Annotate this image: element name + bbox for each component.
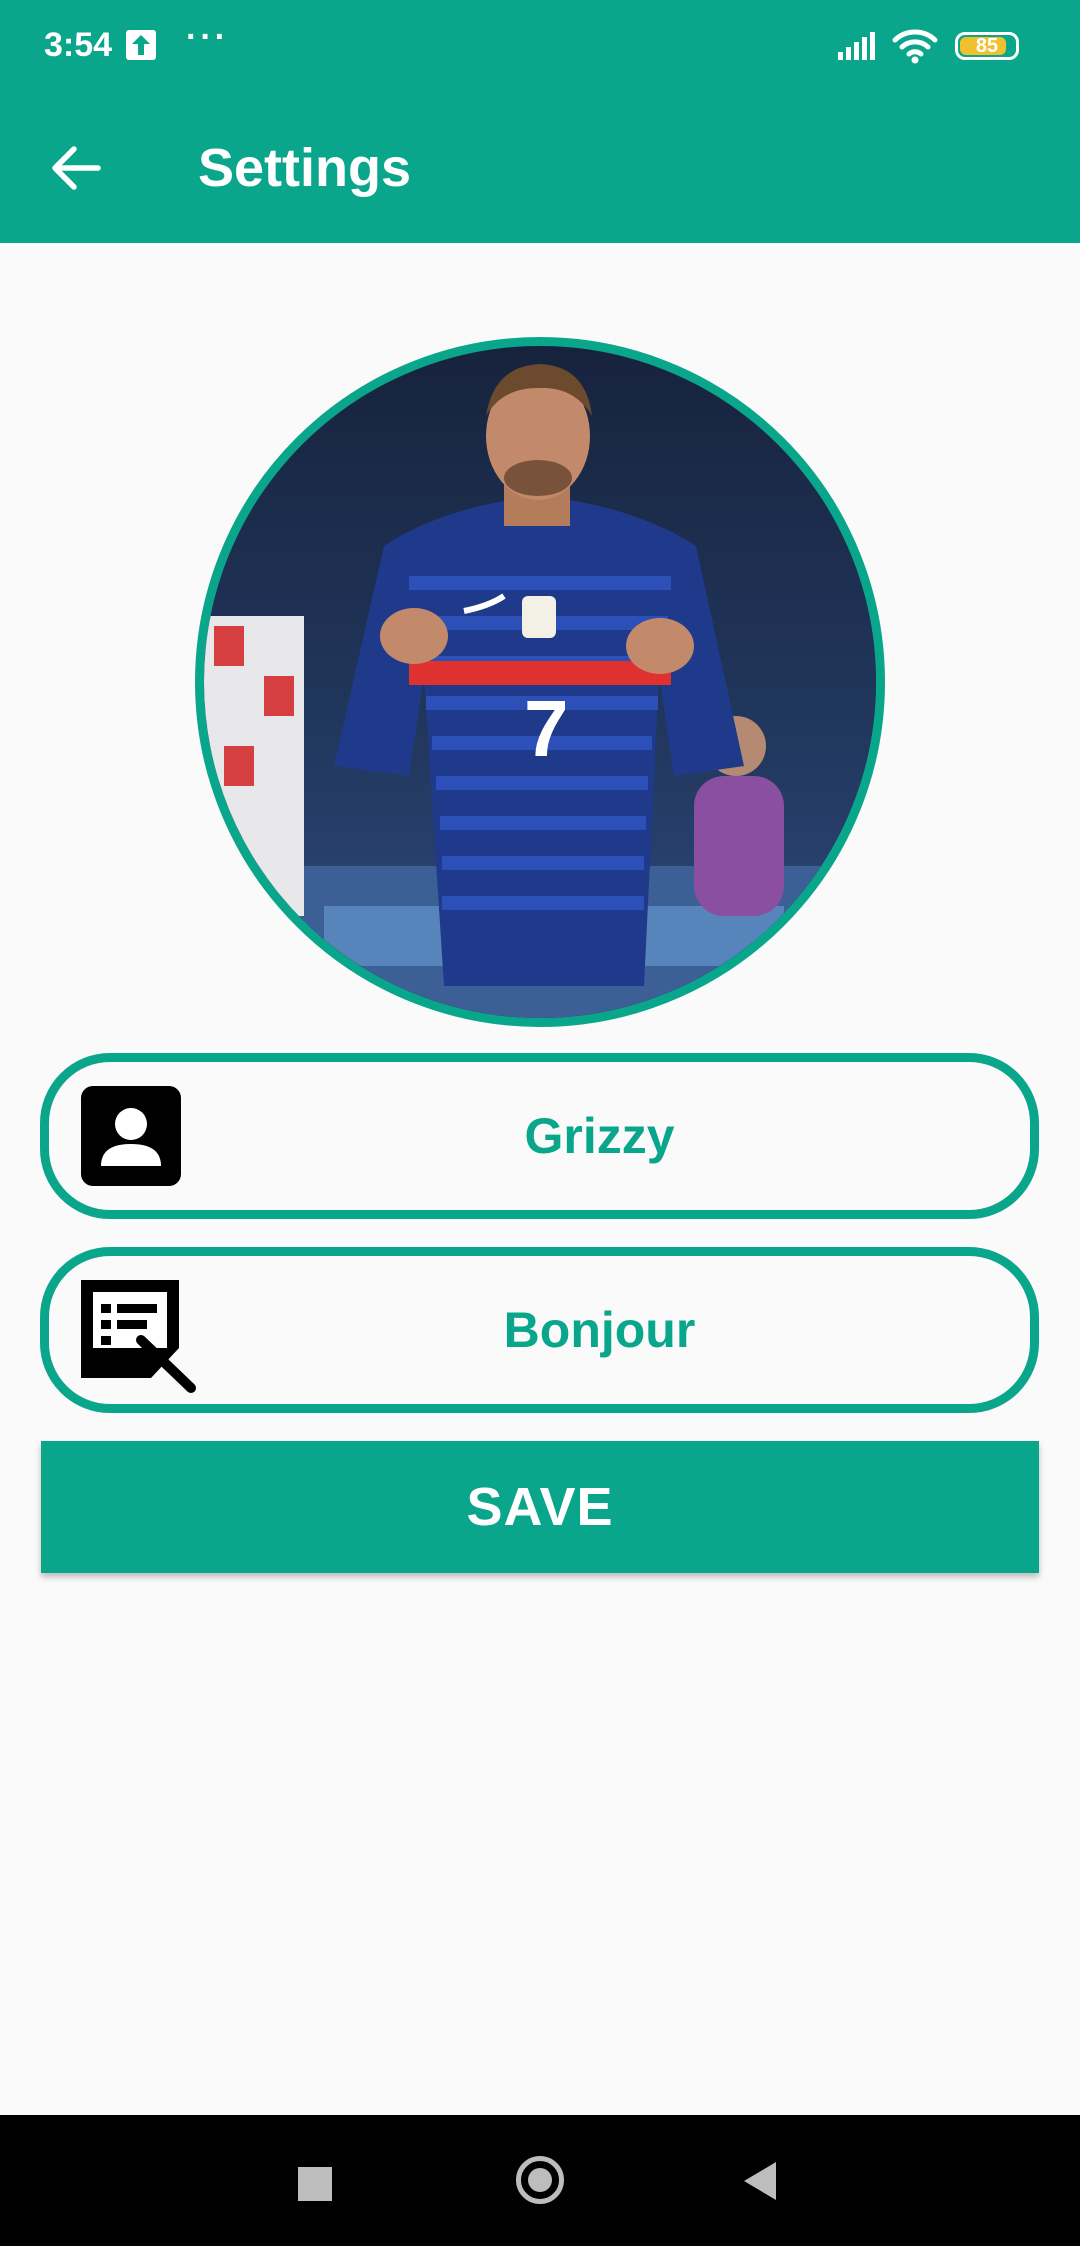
home-button[interactable] xyxy=(516,2156,564,2204)
recents-button[interactable] xyxy=(298,2167,332,2201)
page-title: Settings xyxy=(198,138,412,198)
more-notifications-icon: ··· xyxy=(186,18,229,56)
upload-icon xyxy=(126,30,156,60)
battery-level: 85 xyxy=(975,35,999,57)
back-button[interactable] xyxy=(44,135,110,201)
svg-text:7: 7 xyxy=(524,684,569,773)
wifi-icon xyxy=(892,28,938,69)
status-bar: 3:54 ··· 85 xyxy=(0,0,1080,95)
profile-picture[interactable]: 7 xyxy=(195,337,885,1027)
system-back-button[interactable] xyxy=(744,2162,776,2200)
navigation-bar xyxy=(0,2115,1080,2246)
battery-icon: 85 xyxy=(955,32,1019,60)
signal-icon xyxy=(838,30,880,65)
status-field[interactable]: Bonjour xyxy=(40,1247,1039,1413)
app-bar: Settings xyxy=(0,95,1080,243)
save-button[interactable]: SAVE xyxy=(41,1441,1039,1573)
name-field[interactable]: Grizzy xyxy=(40,1053,1039,1219)
name-value: Grizzy xyxy=(524,1108,675,1164)
status-value: Bonjour xyxy=(503,1302,696,1358)
arrow-back-icon xyxy=(52,146,101,190)
status-time: 3:54 xyxy=(44,26,113,64)
contact-card-icon xyxy=(79,1084,183,1193)
